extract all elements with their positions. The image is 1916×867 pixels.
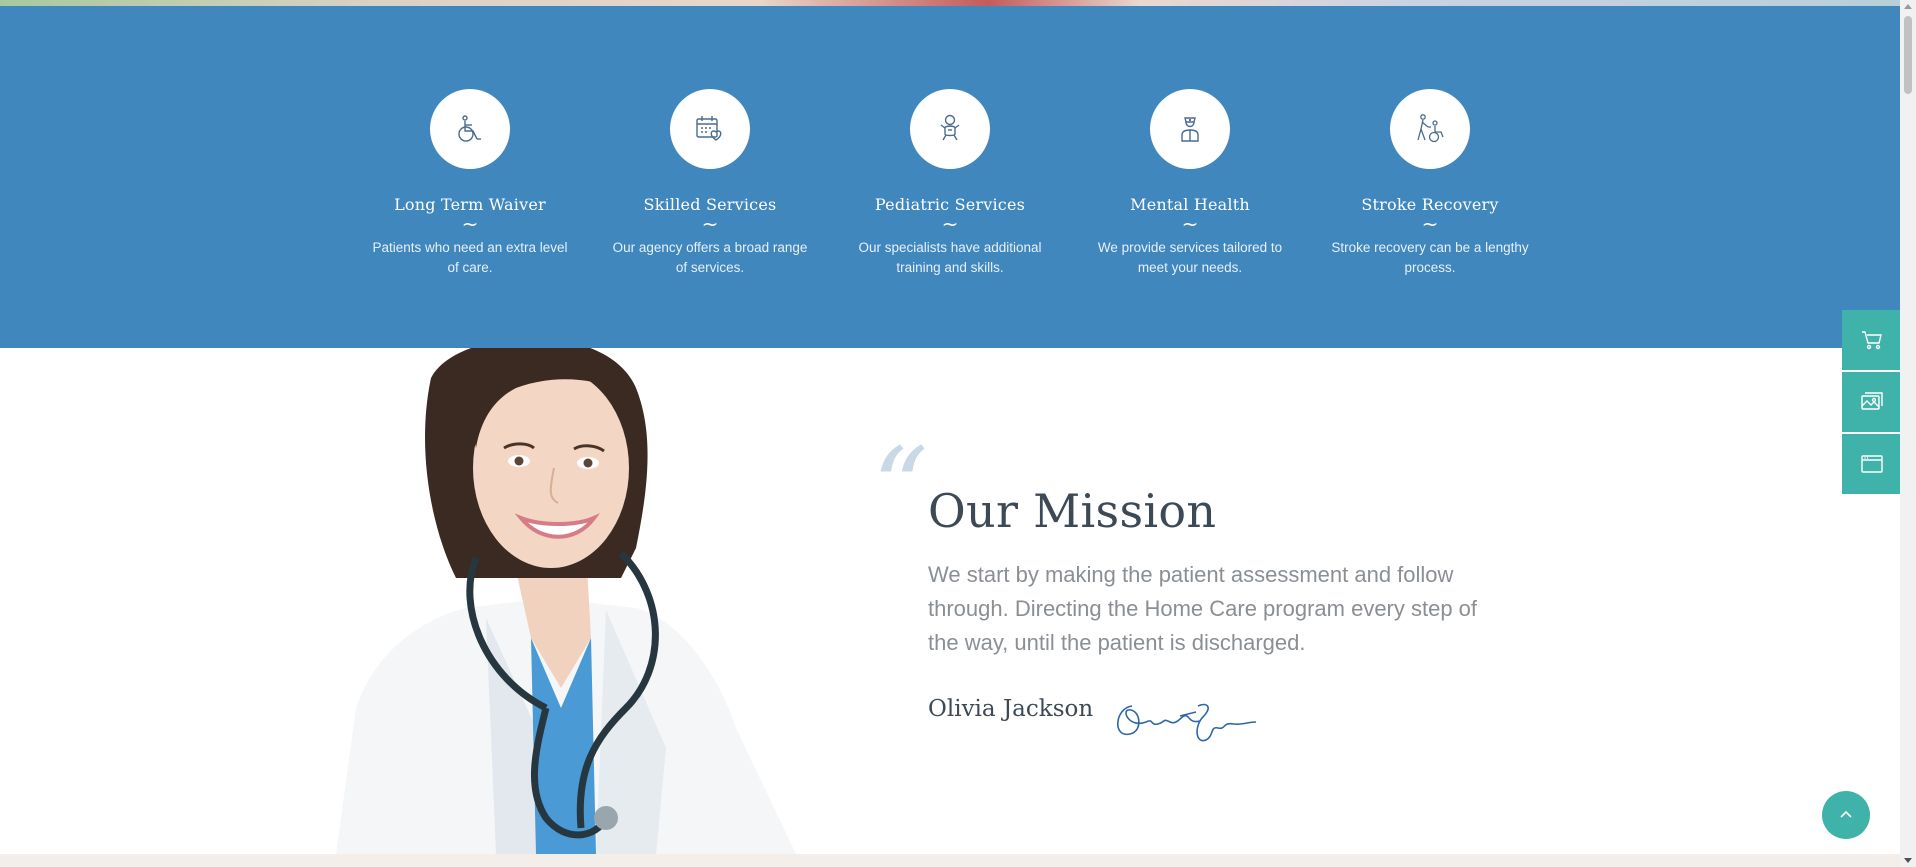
service-icon-circle (910, 89, 990, 169)
browser-window-button[interactable] (1842, 434, 1902, 494)
service-mental-health[interactable]: Mental Health ~ We provide services tail… (1080, 89, 1300, 278)
service-description: Stroke recovery can be a lengthy process… (1331, 240, 1529, 275)
baby-icon (940, 114, 960, 141)
mission-section: “ Our Mission We start by making the pat… (0, 348, 1900, 854)
next-section-edge (0, 854, 1900, 867)
author-name: Olivia Jackson (928, 696, 1094, 722)
service-icon-circle (1390, 89, 1470, 169)
service-description: Our specialists have additional training… (858, 240, 1042, 275)
mission-text: We start by making the patient assessmen… (928, 562, 1478, 655)
browser-window-icon (1861, 455, 1883, 473)
gallery-button[interactable] (1842, 372, 1902, 432)
side-toolbar (1842, 310, 1902, 496)
service-pediatric-services[interactable]: Pediatric Services ~ Our specialists hav… (840, 89, 1060, 278)
service-separator: ~ (1421, 212, 1439, 236)
wheelchair-icon (458, 115, 481, 142)
service-skilled-services[interactable]: Skilled Services ~ Our agency offers a b… (600, 89, 820, 278)
chevron-up-icon (1840, 810, 1852, 818)
back-to-top-button[interactable] (1822, 791, 1870, 839)
service-separator: ~ (1181, 212, 1199, 236)
service-icon-circle (430, 89, 510, 169)
signature-image (1117, 703, 1257, 742)
scroll-up-arrow-icon[interactable] (1904, 4, 1912, 9)
service-separator: ~ (701, 212, 719, 236)
cart-icon (1862, 331, 1882, 350)
service-description: Patients who need an extra level of care… (372, 240, 568, 275)
gallery-icon (1861, 392, 1883, 410)
scrollbar-thumb[interactable] (1904, 16, 1912, 94)
service-icon-circle (1150, 89, 1230, 169)
caregiver-wheelchair-icon (1417, 114, 1444, 143)
cart-button[interactable] (1842, 310, 1902, 370)
service-description: Our agency offers a broad range of servi… (612, 240, 808, 275)
service-long-term-waiver[interactable]: Long Term Waiver ~ Patients who need an … (360, 89, 580, 278)
service-separator: ~ (941, 212, 959, 236)
service-description: We provide services tailored to meet you… (1097, 240, 1283, 275)
service-separator: ~ (461, 212, 479, 236)
scroll-down-arrow-icon[interactable] (1904, 858, 1912, 863)
services-band: Long Term Waiver ~ Patients who need an … (0, 6, 1900, 348)
mission-title: Our Mission (928, 484, 1217, 538)
page-scrollbar[interactable] (1900, 0, 1916, 867)
service-stroke-recovery[interactable]: Stroke Recovery ~ Stroke recovery can be… (1320, 89, 1540, 278)
calendar-heart-icon (696, 116, 722, 141)
doctor-photo (336, 348, 796, 854)
service-icon-circle (670, 89, 750, 169)
quote-mark-icon: “ (872, 424, 929, 552)
nurse-icon (1181, 117, 1199, 142)
